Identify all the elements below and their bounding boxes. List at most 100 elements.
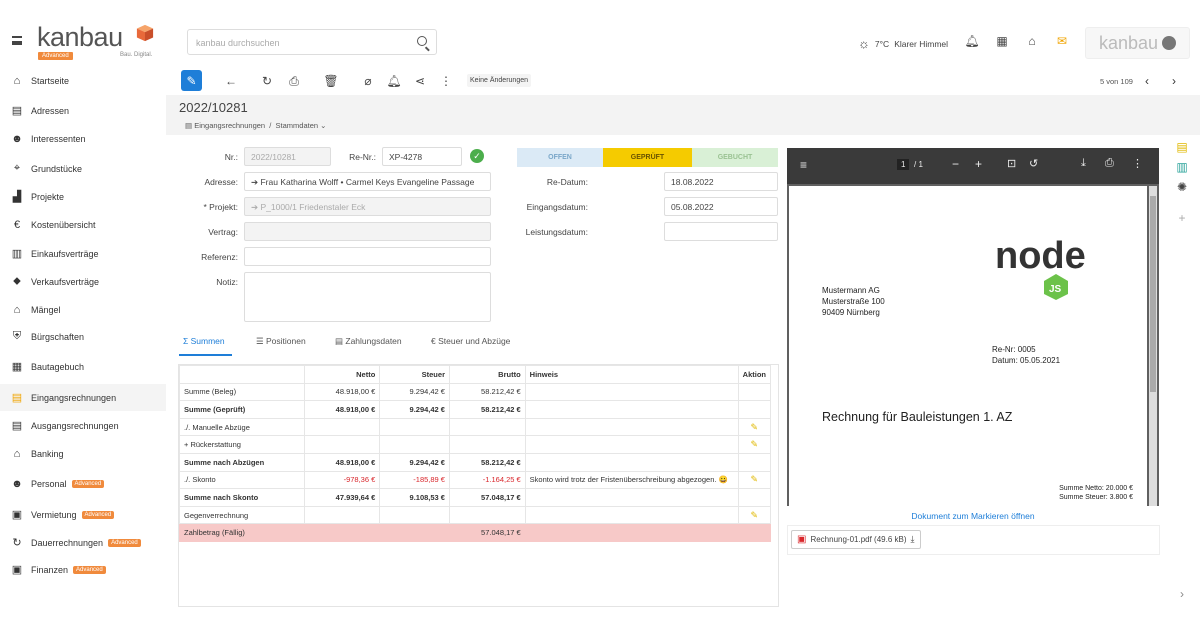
service-date-field[interactable]	[664, 222, 778, 241]
euro-icon: €	[13, 218, 21, 231]
sidebar-item-interessenten[interactable]: ☻ Interessenten	[0, 125, 166, 152]
pdf-sidebar-icon[interactable]: ≡	[800, 158, 807, 172]
contract-select[interactable]	[244, 222, 491, 241]
status-open[interactable]: OFFEN	[517, 148, 603, 167]
loader-icon[interactable]: ✺	[1175, 180, 1189, 194]
renr-field[interactable]: XP-4278	[382, 147, 462, 166]
back-icon[interactable]: ←	[223, 73, 239, 89]
sidebar-item-personal[interactable]: ☻ Personal Advanced	[0, 470, 166, 497]
status-booked[interactable]: GEBUCHT	[692, 148, 778, 167]
attachment-icon[interactable]: ⌀	[360, 73, 376, 89]
user-menu[interactable]: kanbau	[1085, 27, 1190, 59]
recurring-icon: ↻	[12, 537, 22, 549]
sidebar-item-vermietung[interactable]: ▣ Vermietung Advanced	[0, 501, 166, 528]
brand-logo[interactable]: kanbau	[37, 22, 123, 53]
table-icon[interactable]: ▥	[1175, 160, 1189, 174]
address-select[interactable]: ➔ Frau Katharina Wolff • Carmel Keys Eva…	[244, 172, 491, 191]
sidebar-item-bürgschaften[interactable]: ⛨ Bürgschaften	[0, 323, 166, 350]
edit-pencil-icon[interactable]: ✎	[743, 474, 766, 485]
download-icon[interactable]: ⤓	[1081, 157, 1086, 170]
open-document-link[interactable]: Dokument zum Markieren öffnen	[787, 511, 1159, 521]
bank-icon: ⌂	[13, 447, 21, 460]
fit-page-icon[interactable]: ⊡	[1007, 157, 1016, 170]
tag-icon: ⬥	[13, 275, 21, 287]
pdf-more-icon[interactable]: ⋮	[1132, 157, 1143, 170]
prev-record-button[interactable]: ‹	[1145, 74, 1149, 88]
receipt-date-field[interactable]: 05.08.2022	[664, 197, 778, 216]
refresh-icon[interactable]: ↻	[259, 73, 275, 89]
notification-icon[interactable]: 🔔︎	[386, 73, 402, 89]
edit-pencil-icon[interactable]: ✎	[743, 422, 766, 433]
table-header-row: Netto Steuer Brutto Hinweis Aktion	[179, 365, 772, 384]
svg-text:JS: JS	[1049, 284, 1062, 295]
calendar-icon: ▦	[11, 361, 23, 373]
sidebar-item-ausgangsrechnungen[interactable]: ▤ Ausgangsrechnungen	[0, 412, 166, 439]
sidebar-item-finanzen[interactable]: ▣ Finanzen Advanced	[0, 556, 166, 583]
print-icon[interactable]: ⎙	[286, 73, 302, 89]
file-chip[interactable]: ▣ Rechnung-01.pdf (49.6 kB) ⤓	[791, 530, 921, 549]
next-record-button[interactable]: ›	[1172, 74, 1176, 88]
rotate-icon[interactable]: ↺	[1029, 157, 1038, 170]
zoom-out-icon[interactable]: −	[952, 157, 959, 171]
project-select[interactable]: ➔ P_1000/1 Friedenstaler Eck	[244, 197, 491, 216]
bell-icon[interactable]: 🔔︎	[964, 34, 979, 48]
sidebar-item-kostenübersicht[interactable]: € Kostenübersicht	[0, 211, 166, 238]
finance-icon: ▣	[11, 564, 23, 576]
note-textarea[interactable]	[244, 272, 491, 322]
reference-field[interactable]	[244, 247, 491, 266]
expand-icon[interactable]: ›	[1175, 587, 1189, 601]
tab-zahlungsdaten[interactable]: ▤ Zahlungsdaten	[335, 336, 402, 347]
sidebar-item-projekte[interactable]: ▟ Projekte	[0, 183, 166, 210]
zoom-in-icon[interactable]: +	[975, 157, 982, 171]
brand-badge: Advanced	[38, 52, 73, 60]
invoice-date-field[interactable]: 18.08.2022	[664, 172, 778, 191]
tab-steuer[interactable]: € Steuer und Abzüge	[431, 336, 510, 346]
edit-button[interactable]: ✎	[181, 70, 202, 91]
delete-icon[interactable]: 🗑︎	[323, 73, 339, 89]
sidebar-item-grundstücke[interactable]: ⌖ Grundstücke	[0, 155, 166, 182]
pdf-page-input[interactable]: 1	[897, 159, 910, 170]
pager-text: 5 von 109	[1100, 77, 1133, 86]
sidebar-item-startseite[interactable]: ⌂ Startseite	[0, 67, 166, 94]
staff-icon: ☻	[11, 477, 23, 490]
breadcrumb-current[interactable]: Stammdaten ⌄	[276, 121, 327, 130]
search-input[interactable]: kanbau durchsuchen	[187, 29, 437, 55]
tab-summen[interactable]: Σ Summen	[183, 336, 225, 346]
sidebar-item-mängel[interactable]: ⌂ Mängel	[0, 296, 166, 323]
shield-icon: ⛨	[12, 330, 22, 342]
sidebar-item-adressen[interactable]: ▤ Adressen	[0, 97, 166, 124]
calendar-icon[interactable]: ▦	[995, 34, 1009, 48]
status-checked[interactable]: GEPRÜFT	[603, 148, 692, 167]
mail-icon[interactable]: ✉	[1055, 34, 1069, 48]
search-icon[interactable]	[417, 36, 427, 46]
more-icon[interactable]: ⋮	[438, 73, 454, 89]
download-icon[interactable]: ⤓	[911, 534, 915, 545]
change-status: Keine Änderungen	[467, 74, 531, 87]
invoice-icon: ▤	[185, 121, 193, 130]
bank-icon[interactable]: ⌂	[1025, 34, 1039, 48]
edit-pencil-icon[interactable]: ✎	[743, 510, 766, 521]
tab-positionen[interactable]: ☰ Positionen	[256, 336, 306, 347]
advanced-badge: Advanced	[73, 565, 106, 574]
sidebar-item-einkaufsverträge[interactable]: ▥ Einkaufsverträge	[0, 240, 166, 267]
sidebar-item-dauerrechnungen[interactable]: ↻ Dauerrechnungen Advanced	[0, 529, 166, 556]
pdf-toolbar: ≡ 1 / 1 − + ⊡ ↺ ⤓ ⎙ ⋮	[787, 148, 1159, 184]
sidebar-item-verkaufsverträge[interactable]: ⬥ Verkaufsverträge	[0, 268, 166, 295]
pdf-scrollbar[interactable]	[1149, 186, 1157, 506]
share-icon[interactable]: ⋖	[412, 73, 428, 89]
table-row: + Rückerstattung ✎	[179, 435, 772, 454]
print-icon[interactable]: ⎙	[1105, 157, 1114, 170]
sidebar-item-eingangsrechnungen[interactable]: ▤ Eingangsrechnungen	[0, 384, 166, 411]
table-row: Gegenverrechnung ✎	[179, 505, 772, 525]
pdf-page: node JS Mustermann AG Musterstraße 100 9…	[789, 186, 1147, 506]
sidebar-item-banking[interactable]: ⌂ Banking	[0, 440, 166, 467]
breadcrumb-root[interactable]: Eingangsrechnungen	[194, 121, 265, 130]
sidebar: kanbau Advanced Bau. Digital. ⌂ Startseit…	[0, 0, 166, 628]
edit-pencil-icon[interactable]: ✎	[743, 439, 766, 450]
sidebar-item-bautagebuch[interactable]: ▦ Bautagebuch	[0, 353, 166, 380]
brand-cube-icon	[136, 24, 154, 42]
menu-icon[interactable]	[12, 36, 22, 45]
add-icon[interactable]: +	[1175, 211, 1189, 225]
document-icon[interactable]: ▤	[1175, 140, 1189, 154]
building-icon: ▟	[12, 191, 22, 203]
